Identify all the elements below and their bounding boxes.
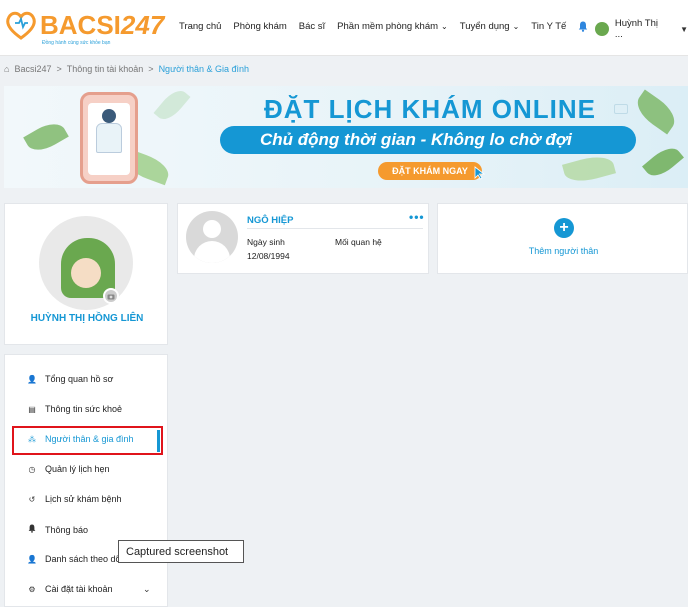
nav-clinics[interactable]: Phòng khám [233, 21, 286, 32]
sidebar-item-appointments[interactable]: ◷ Quản lý lịch hẹn [27, 464, 110, 474]
sidebar-item-family[interactable]: ⁂ Người thân & gia đình [27, 434, 133, 444]
leaf-decoration [631, 89, 681, 135]
health-record-icon: ▤ [28, 404, 36, 414]
book-now-button[interactable]: ĐẶT KHÁM NGAY [378, 162, 482, 180]
home-icon: ⌂ [4, 64, 10, 74]
relationship-label: Mối quan hệ [335, 237, 382, 247]
profile-name: HUỲNH THỊ HỒNG LIÊN [30, 313, 144, 324]
add-relative-label: Thêm người thân [528, 246, 599, 256]
user-icon: 👤 [27, 374, 37, 384]
clock-icon: ◷ [28, 464, 36, 474]
breadcrumb-item-home[interactable]: Bacsi247 [14, 64, 51, 74]
active-item-indicator [157, 430, 160, 452]
sidebar-item-label: Người thân & gia đình [45, 434, 134, 444]
breadcrumb-item-current: Người thân & Gia đình [158, 64, 250, 74]
leaf-decoration [153, 86, 191, 125]
banner-tagline: Chủ động thời gian - Không lo chờ đợi [260, 130, 572, 149]
camera-icon [614, 104, 628, 114]
bell-icon [579, 21, 588, 32]
camera-icon[interactable] [103, 288, 119, 304]
sidebar-item-notifications[interactable]: Thông báo [27, 524, 88, 535]
avatar [595, 22, 609, 36]
family-icon: ⁂ [28, 434, 36, 444]
leaf-decoration [23, 117, 69, 157]
sidebar-item-label: Thông báo [45, 524, 89, 535]
sidebar-item-label: Thông tin sức khoẻ [45, 404, 123, 414]
main-nav: Trang chủ Phòng khám Bác sĩ Phần mềm phò… [179, 21, 588, 32]
sidebar-item-label: Lịch sử khám bệnh [45, 494, 122, 504]
settings-icon: ⚙ [28, 584, 36, 594]
relative-avatar [186, 211, 238, 263]
logo-tagline: Đồng hành cùng sức khỏe bạn [42, 40, 111, 46]
breadcrumb-separator: > [148, 64, 154, 74]
nav-doctors[interactable]: Bác sĩ [299, 21, 325, 32]
nav-clinic-software[interactable]: Phần mềm phòng khám ⌄ [337, 21, 448, 32]
sidebar-item-label: Tổng quan hồ sơ [45, 374, 114, 384]
history-icon: ↺ [28, 494, 36, 504]
user-name: Huỳnh Thị ... [614, 18, 659, 40]
logo-text: BACSI247 [40, 10, 165, 40]
site-header: BACSI247 Đồng hành cùng sức khỏe bạn Tra… [0, 0, 688, 56]
divider [247, 228, 423, 229]
relative-name[interactable]: NGÔ HIỆP [247, 215, 293, 226]
add-relative-button[interactable]: + Thêm người thân [437, 203, 688, 274]
breadcrumb: ⌂ Bacsi247 > Thông tin tài khoản > Người… [4, 64, 249, 74]
chevron-down-icon: ⌄ [441, 22, 448, 31]
leaf-decoration [642, 142, 684, 182]
cursor-icon [474, 166, 486, 180]
sidebar-item-label: Quản lý lịch hẹn [45, 464, 110, 474]
banner-headline: ĐẶT LỊCH KHÁM ONLINE [264, 94, 596, 124]
chevron-down-icon[interactable]: ⌄ [143, 584, 151, 595]
leaf-decoration [562, 151, 616, 187]
tooltip: Captured screenshot [118, 540, 244, 563]
sidebar-item-label: Danh sách theo dõi [45, 554, 123, 564]
relative-card[interactable]: NGÔ HIỆP ••• Ngày sinh 12/08/1994 Mối qu… [177, 203, 429, 274]
heart-logo-icon [6, 11, 36, 40]
user-menu[interactable]: Huỳnh Thị ... ▼ [595, 18, 688, 40]
notification-bell-icon[interactable] [578, 21, 588, 32]
nav-home[interactable]: Trang chủ [179, 21, 221, 32]
profile-card: HUỲNH THỊ HỒNG LIÊN [4, 203, 168, 345]
promo-banner[interactable]: ĐẶT LỊCH KHÁM ONLINE Chủ động thời gian … [4, 86, 688, 188]
nav-recruitment[interactable]: Tuyển dụng ⌄ [460, 21, 520, 32]
follow-icon: 👤 [27, 554, 37, 564]
nav-health-news[interactable]: Tin Y Tế [531, 21, 566, 32]
plus-icon: + [554, 218, 574, 238]
chevron-down-icon: ⌄ [512, 22, 520, 31]
sidebar-item-label: Cài đặt tài khoản [45, 584, 113, 594]
more-options-icon[interactable]: ••• [409, 210, 425, 224]
sidebar-item-follow-list[interactable]: 👤 Danh sách theo dõi [27, 554, 123, 564]
breadcrumb-item-account[interactable]: Thông tin tài khoản [67, 64, 144, 74]
phone-illustration [80, 92, 138, 184]
dob-label: Ngày sinh [247, 237, 285, 247]
dob-value: 12/08/1994 [247, 251, 290, 261]
caret-down-icon: ▼ [680, 24, 688, 34]
doctor-illustration [102, 109, 116, 123]
sidebar-item-account-settings[interactable]: ⚙ Cài đặt tài khoản [27, 584, 113, 594]
account-sidebar-menu: 👤 Tổng quan hồ sơ ▤ Thông tin sức khoẻ ⁂… [4, 354, 168, 607]
sidebar-item-health-info[interactable]: ▤ Thông tin sức khoẻ [27, 404, 122, 414]
bell-icon [27, 524, 37, 535]
logo[interactable]: BACSI247 Đồng hành cùng sức khỏe bạn [4, 8, 164, 48]
sidebar-item-profile-overview[interactable]: 👤 Tổng quan hồ sơ [27, 374, 113, 384]
breadcrumb-separator: > [56, 64, 62, 74]
sidebar-item-visit-history[interactable]: ↺ Lịch sử khám bệnh [27, 494, 122, 504]
